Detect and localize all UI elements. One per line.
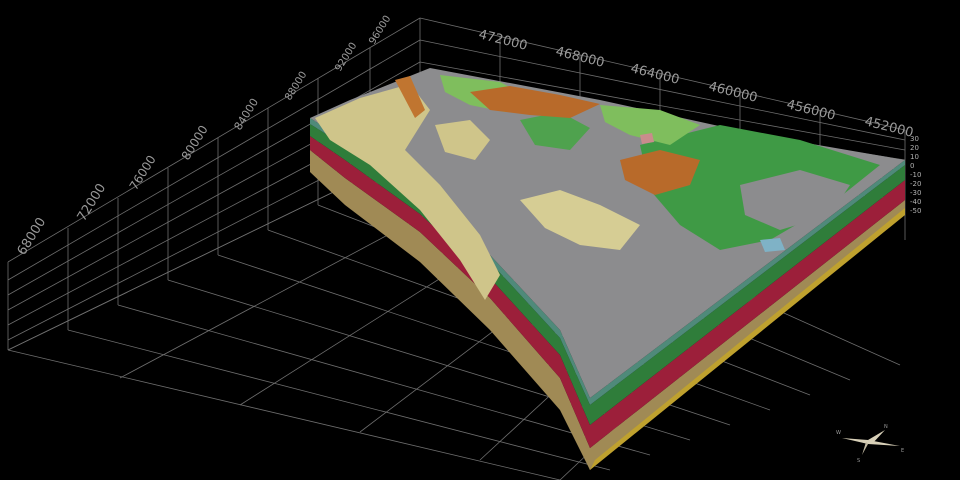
z-tick-label: -50 bbox=[910, 207, 921, 215]
z-tick-label: -40 bbox=[910, 198, 921, 206]
compass-west-label: W bbox=[836, 430, 841, 436]
z-tick-label: 30 bbox=[910, 135, 919, 143]
y-tick-label: 68000 bbox=[15, 215, 50, 258]
z-axis-labels: 30 20 10 0 -10 -20 -30 -40 -50 bbox=[910, 135, 921, 215]
compass-icon[interactable]: N E S W bbox=[836, 424, 904, 464]
z-tick-label: 20 bbox=[910, 144, 919, 152]
z-tick-label: -20 bbox=[910, 180, 921, 188]
x-tick-label: 460000 bbox=[707, 79, 759, 106]
x-tick-label: 472000 bbox=[477, 27, 529, 54]
compass-south-label: S bbox=[857, 458, 860, 464]
y-tick-label: 80000 bbox=[179, 123, 211, 163]
y-tick-label: 76000 bbox=[127, 153, 159, 193]
z-tick-label: -10 bbox=[910, 171, 921, 179]
z-tick-label: -30 bbox=[910, 189, 921, 197]
z-tick-label: 10 bbox=[910, 153, 919, 161]
3d-geological-viewport[interactable]: 472000 468000 464000 460000 456000 45200… bbox=[0, 0, 960, 480]
x-tick-label: 456000 bbox=[785, 97, 837, 124]
z-tick-label: 0 bbox=[910, 162, 914, 170]
y-tick-label: 72000 bbox=[75, 181, 110, 224]
x-tick-label: 464000 bbox=[629, 61, 681, 88]
compass-east-label: E bbox=[901, 448, 904, 454]
geological-model[interactable] bbox=[310, 68, 905, 470]
compass-north-label: N bbox=[884, 424, 888, 430]
y-tick-label: 92000 bbox=[333, 41, 359, 74]
